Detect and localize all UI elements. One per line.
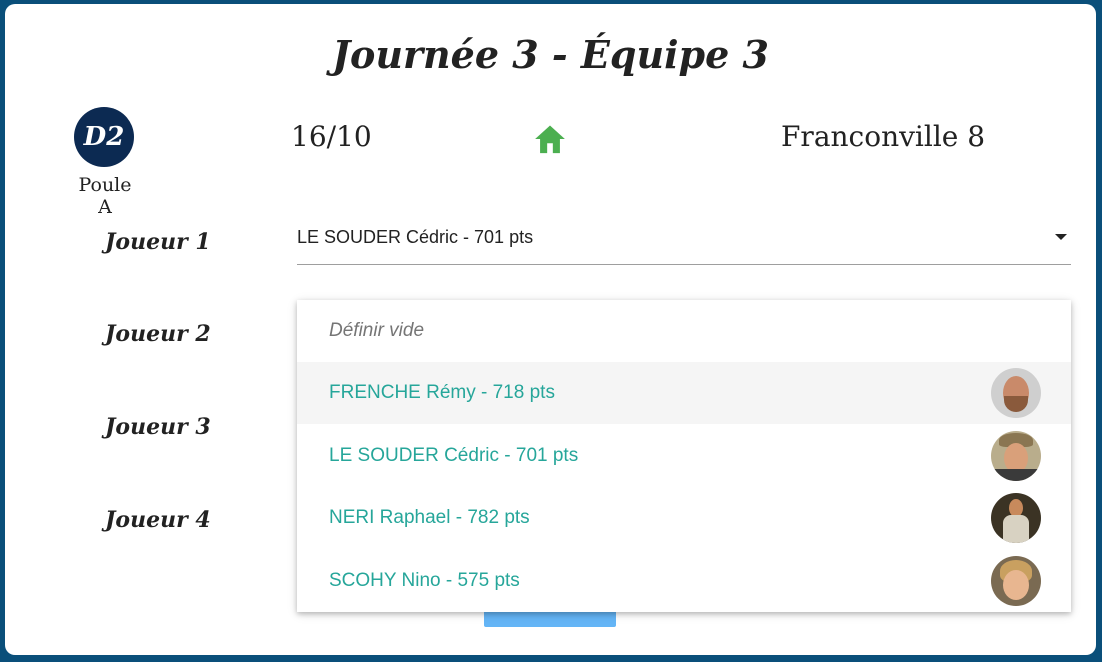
option-frenche-remy[interactable]: FRENCHE Rémy - 718 pts — [297, 362, 1071, 424]
option-label: NERI Raphael - 782 pts — [329, 507, 530, 528]
match-card: Journée 3 - Équipe 3 D2 Poule A 16/10 Fr… — [5, 4, 1096, 655]
joueur-1-select[interactable]: LE SOUDER Cédric - 701 pts — [297, 219, 1071, 265]
joueur-1-label: Joueur 1 — [105, 229, 211, 255]
joueur-4-label: Joueur 4 — [105, 507, 211, 533]
match-date: 16/10 — [291, 120, 372, 153]
avatar — [991, 493, 1041, 543]
option-label: SCOHY Nino - 575 pts — [329, 570, 520, 591]
option-label: LE SOUDER Cédric - 701 pts — [329, 445, 579, 466]
page-title: Journée 3 - Équipe 3 — [332, 32, 769, 77]
caret-down-icon[interactable] — [1055, 234, 1067, 240]
division-badge: D2 — [74, 107, 134, 167]
option-scohy-nino[interactable]: SCOHY Nino - 575 pts — [297, 550, 1071, 612]
player-dropdown: Définir vide FRENCHE Rémy - 718 pts LE S… — [297, 300, 1071, 612]
avatar — [991, 368, 1041, 418]
joueur-2-label: Joueur 2 — [105, 321, 211, 347]
home-icon — [535, 125, 565, 154]
option-label: FRENCHE Rémy - 718 pts — [329, 382, 555, 403]
joueur-1-selected-value: LE SOUDER Cédric - 701 pts — [297, 227, 534, 247]
poule-label: Poule A — [78, 174, 132, 218]
option-neri-raphael[interactable]: NERI Raphael - 782 pts — [297, 487, 1071, 549]
option-label: Définir vide — [329, 320, 425, 341]
opponent-team: Franconville 8 — [781, 120, 986, 153]
option-empty[interactable]: Définir vide — [297, 300, 1071, 362]
avatar — [991, 431, 1041, 481]
avatar — [991, 556, 1041, 606]
option-le-souder-cedric[interactable]: LE SOUDER Cédric - 701 pts — [297, 425, 1071, 487]
joueur-3-label: Joueur 3 — [105, 414, 211, 440]
